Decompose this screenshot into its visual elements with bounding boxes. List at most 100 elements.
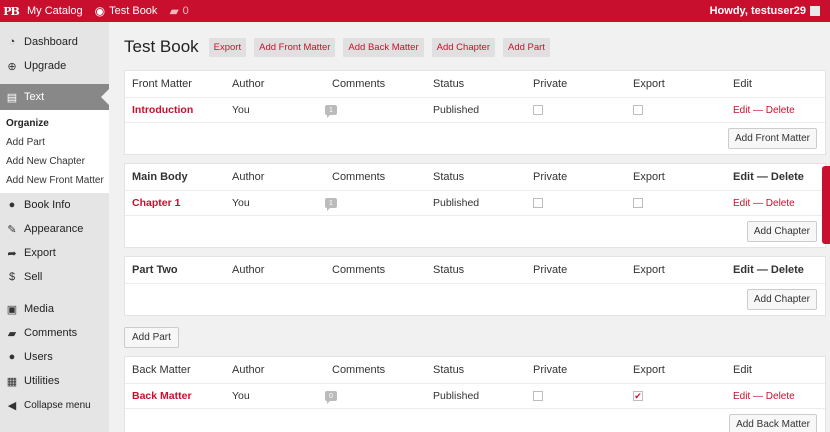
collapse-menu[interactable]: ◀ Collapse menu [0,393,109,417]
item-author: You [232,390,250,402]
collapse-icon: ◀ [7,399,17,412]
menu-dashboard[interactable]: ◔ Dashboard [0,30,109,54]
col-author: Author [232,78,265,90]
item-status: Published [433,197,480,209]
title-row: Test Book Export Add Front Matter Add Ba… [124,22,830,70]
front-matter-panel: Front Matter Author Comments Status Priv… [124,70,826,155]
dashboard-icon: ◔ [8,36,16,48]
checkmark-icon: ✔ [633,390,643,401]
delete-link[interactable]: Delete [771,171,804,183]
menu-upgrade[interactable]: ⊕ Upgrade [0,54,109,78]
item-title-link[interactable]: Back Matter [132,384,192,408]
checkbox-box [533,391,543,401]
add-back-matter-footer-button[interactable]: Add Back Matter [729,414,817,432]
table-row: Chapter 1 You 1 Published Edit — Delete [125,191,825,216]
delete-link[interactable]: Delete [766,198,795,209]
paintbrush-icon: ✎ [7,223,17,236]
admin-sidebar: ◔ Dashboard ⊕ Upgrade ▤ Text Organize Add P… [0,22,109,432]
col-export: Export [633,364,665,376]
menu-text[interactable]: ▤ Text [0,84,109,110]
add-part-wrap: Add Part [124,324,830,350]
private-checkbox[interactable] [533,98,543,122]
submenu-add-new-front-matter[interactable]: Add New Front Matter [0,171,109,190]
comment-count: 0 [325,391,337,404]
comment-bubble-icon[interactable]: 1 [325,98,337,122]
menu-label: Users [24,351,53,363]
menu-book-info[interactable]: ● Book Info [0,193,109,217]
comments-count: 0 [182,5,189,17]
feedback-tab[interactable] [822,166,830,244]
edit-link[interactable]: Edit [733,105,750,116]
users-icon: ● [8,351,16,363]
add-chapter-button[interactable]: Add Chapter [431,37,495,57]
separator: — [756,264,768,276]
checkbox-box [533,198,543,208]
menu-appearance[interactable]: ✎ Appearance [0,217,109,241]
page-title: Test Book [124,37,199,56]
main-body-panel: Main Body Author Comments Status Private… [124,163,826,248]
info-icon: ● [8,199,16,211]
submenu-organize[interactable]: Organize [0,114,109,133]
add-part-button[interactable]: Add Part [502,37,550,57]
checkbox-box [633,198,643,208]
account-menu[interactable]: Howdy, testuser29 [710,0,820,22]
view-book-link[interactable]: ◉ Test Book [89,0,164,22]
add-part-footer-button[interactable]: Add Part [124,327,179,348]
export-button[interactable]: Export [208,37,247,57]
section-heading: Front Matter [132,78,192,90]
export-checkbox[interactable] [633,98,643,122]
panel-footer: Add Chapter [125,284,825,315]
table-header: Back Matter Author Comments Status Priva… [125,357,825,384]
add-chapter-footer-button[interactable]: Add Chapter [746,289,817,310]
menu-export[interactable]: ➦ Export [0,241,109,265]
my-catalog-label: My Catalog [27,5,83,17]
menu-comments[interactable]: ▰ Comments [0,321,109,345]
col-export: Export [633,78,665,90]
pressbooks-logo[interactable]: PB [1,0,21,22]
col-edit: Edit [733,78,752,90]
menu-label: Sell [24,271,43,283]
edit-links: Edit — Delete [733,191,795,215]
delete-link[interactable]: Delete [766,105,795,116]
comment-bubble-icon: ▰ [169,4,179,18]
item-author: You [232,197,250,209]
menu-sell[interactable]: $ Sell [0,265,109,289]
col-private: Private [533,78,568,90]
add-back-matter-button[interactable]: Add Back Matter [343,37,424,57]
item-title-link[interactable]: Chapter 1 [132,191,180,215]
export-checkbox[interactable] [633,191,643,215]
edit-link[interactable]: Edit [733,171,754,183]
comment-bubble-icon[interactable]: 0 [325,384,337,408]
private-checkbox[interactable] [533,191,543,215]
edit-link[interactable]: Edit [733,264,754,276]
export-checkbox[interactable]: ✔ [633,384,643,408]
submenu-add-new-chapter[interactable]: Add New Chapter [0,152,109,171]
private-checkbox[interactable] [533,384,543,408]
my-catalog-link[interactable]: My Catalog [21,0,89,22]
checkbox-box [533,105,543,115]
submenu-add-part[interactable]: Add Part [0,133,109,152]
comments-link[interactable]: ▰ 0 [163,0,194,22]
col-comments: Comments [332,364,386,376]
delete-link[interactable]: Delete [771,264,804,276]
delete-link[interactable]: Delete [766,391,795,402]
item-status: Published [433,104,480,116]
edit-link[interactable]: Edit [733,391,750,402]
menu-users[interactable]: ● Users [0,345,109,369]
checkbox-box [633,105,643,115]
menu-label: Book Info [24,199,71,211]
add-chapter-footer-button[interactable]: Add Chapter [746,221,817,242]
add-front-matter-button[interactable]: Add Front Matter [254,37,336,57]
edit-link[interactable]: Edit [733,198,750,209]
add-front-matter-footer-button[interactable]: Add Front Matter [727,128,817,149]
item-title-link[interactable]: Introduction [132,98,193,122]
menu-media[interactable]: ▣ Media [0,297,109,321]
item-author: You [232,104,250,116]
menu-utilities[interactable]: ▦ Utilities [0,369,109,393]
comment-bubble-icon[interactable]: 1 [325,191,337,215]
media-icon: ▣ [6,303,18,316]
col-comments: Comments [332,171,386,183]
utilities-icon: ▦ [6,375,18,388]
item-status: Published [433,390,480,402]
separator: — [753,390,764,402]
